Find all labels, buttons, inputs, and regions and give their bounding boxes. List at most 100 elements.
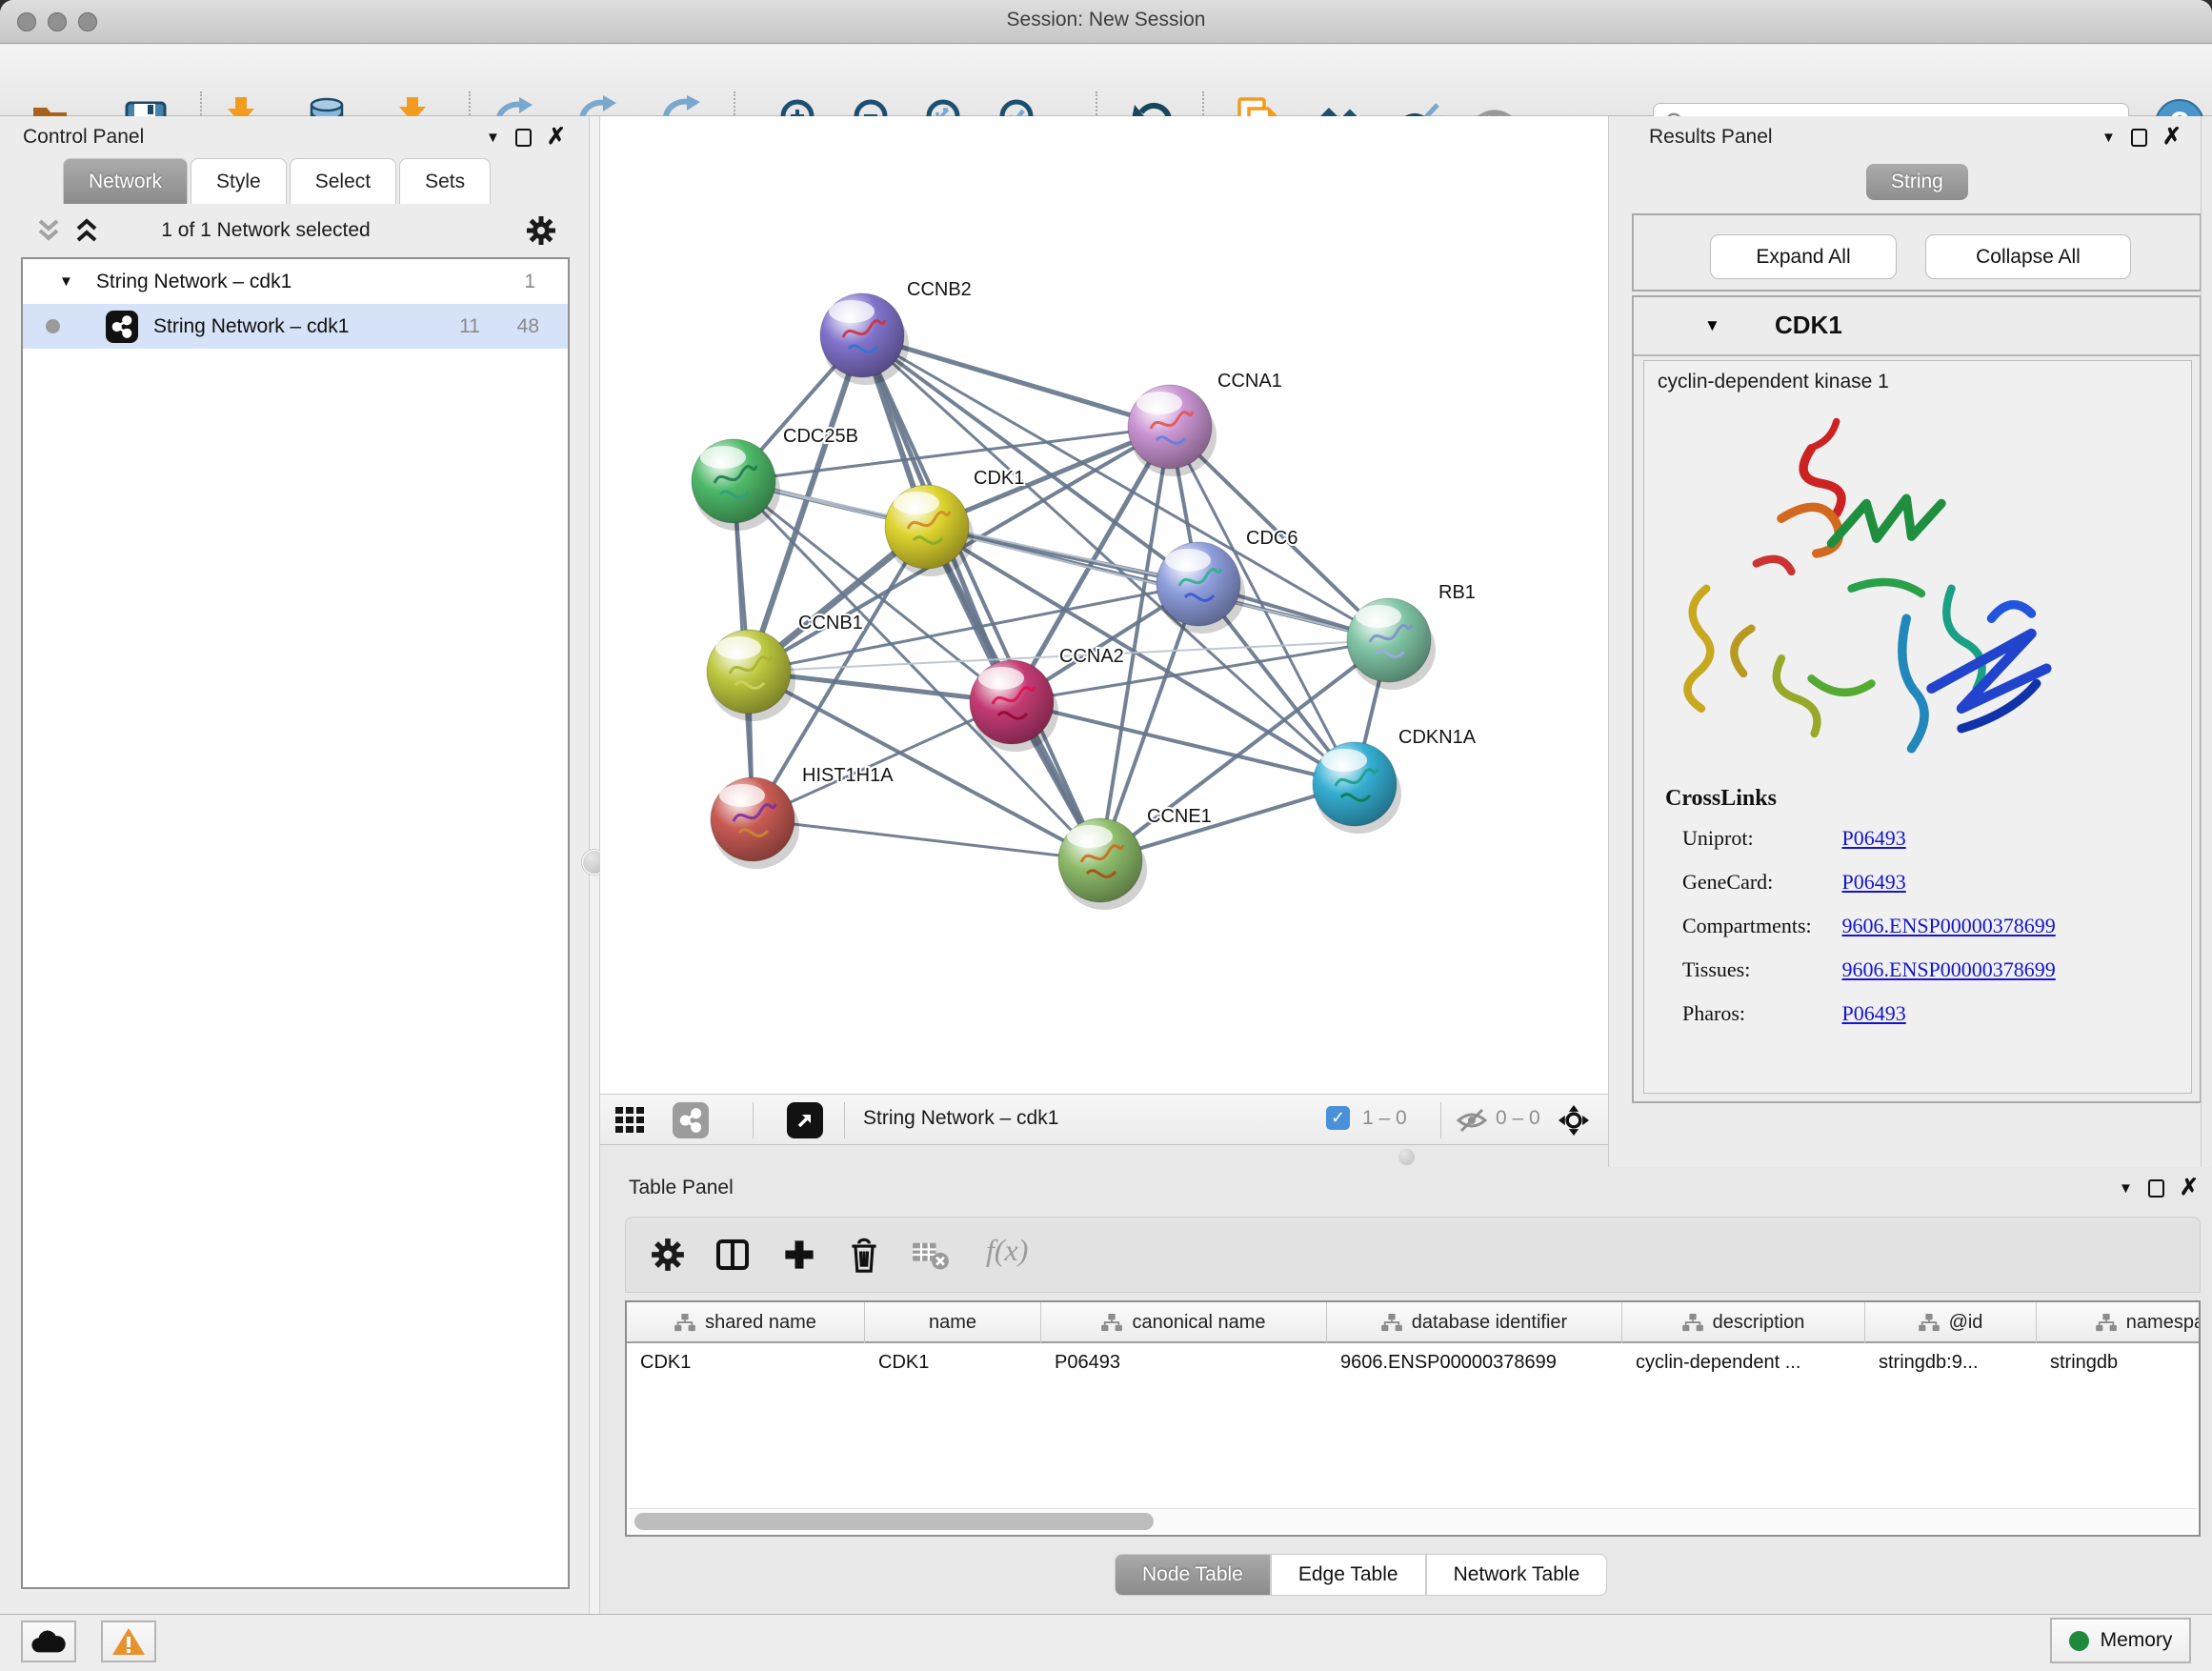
column-header--id[interactable]: @id [1865, 1302, 2037, 1343]
table-cell[interactable]: P06493 [1041, 1343, 1327, 1383]
network-collection-row[interactable]: ▼ String Network – cdk1 1 [23, 259, 568, 304]
node-label-CDK1: CDK1 [974, 468, 1024, 489]
table-options-gear-button[interactable] [649, 1237, 687, 1275]
column-label: @id [1949, 1312, 1983, 1334]
crosslink-row: Pharos: P06493 [1682, 1001, 2178, 1045]
node-CCNA1[interactable] [1128, 385, 1217, 476]
birdseye-view-button[interactable] [787, 1102, 823, 1138]
float-panel-icon[interactable]: ▼ [2119, 1181, 2133, 1196]
edge-CCNA2-CDKN1A[interactable] [1012, 702, 1355, 784]
delete-column-button[interactable] [845, 1237, 883, 1275]
table-tabs: Node Table Edge Table Network Table [1115, 1554, 1607, 1596]
network-overview-share-icon[interactable] [673, 1102, 709, 1138]
table-cell[interactable]: stringdb [2037, 1343, 2201, 1383]
expand-all-button[interactable]: Expand All [1710, 234, 1897, 279]
cloud-button[interactable] [21, 1621, 76, 1662]
node-label-CCNB1: CCNB1 [798, 613, 863, 634]
maximize-panel-icon[interactable] [2148, 1179, 2164, 1198]
table-cell[interactable]: stringdb:9... [1865, 1343, 2037, 1383]
node-label-RB1: RB1 [1438, 582, 1476, 603]
scrollbar-thumb[interactable] [634, 1513, 1154, 1530]
hierarchy-icon [1101, 1314, 1122, 1333]
node-CDC25B[interactable] [692, 439, 780, 531]
control-panel-title: Control Panel [23, 126, 144, 149]
collection-caret-icon[interactable]: ▼ [59, 273, 73, 290]
delete-table-button[interactable] [912, 1237, 950, 1275]
node-RB1[interactable] [1347, 598, 1436, 690]
create-column-button[interactable] [780, 1237, 818, 1275]
network-edge-count: 48 [517, 315, 539, 338]
warning-button[interactable] [101, 1621, 156, 1662]
column-header-namespace[interactable]: namespace [2037, 1302, 2201, 1343]
column-header-description[interactable]: description [1622, 1302, 1865, 1343]
edge-HIST1H1A-CCNE1[interactable] [753, 819, 1100, 860]
tab-node-table[interactable]: Node Table [1115, 1554, 1271, 1596]
node-CCNB2[interactable] [820, 293, 909, 385]
table-cell[interactable]: cyclin-dependent ... [1622, 1343, 1865, 1383]
network-canvas[interactable]: CCNB2CCNA1CDC25BCDK1CDC6RB1CCNB1CCNA2CDK… [600, 116, 1608, 1094]
fit-content-crosshair-icon[interactable] [1558, 1105, 1589, 1136]
collapse-all-button[interactable]: Collapse All [1925, 234, 2131, 279]
column-header-name[interactable]: name [865, 1302, 1041, 1343]
table-row[interactable]: CDK1CDK1P064939606.ENSP00000378699cyclin… [627, 1343, 2201, 1383]
float-panel-icon[interactable]: ▼ [486, 131, 500, 145]
maximize-panel-icon[interactable] [2131, 129, 2147, 147]
function-builder-button[interactable]: f(x) [986, 1233, 1028, 1268]
crosslink-genecard-link[interactable]: P06493 [1842, 870, 1906, 894]
node-CDK1[interactable] [885, 485, 974, 576]
tab-string[interactable]: String [1866, 164, 1968, 200]
node-CDC6[interactable] [1156, 542, 1245, 634]
hierarchy-icon [2096, 1314, 2117, 1333]
crosslink-pharos-link[interactable]: P06493 [1842, 1001, 1906, 1025]
horizontal-splitter-toggle[interactable] [1398, 1149, 1415, 1165]
node-label-CCNA2: CCNA2 [1059, 646, 1124, 667]
selected-checkbox[interactable]: ✓ [1326, 1106, 1350, 1130]
table-cell[interactable]: CDK1 [627, 1343, 865, 1383]
node-HIST1H1A[interactable] [711, 777, 799, 869]
crosslink-tissues-link[interactable]: 9606.ENSP00000378699 [1842, 957, 2056, 981]
edge-CCNA2-HIST1H1A[interactable] [753, 702, 1012, 819]
grid-view-icon[interactable] [615, 1107, 644, 1134]
cloud-icon [30, 1628, 67, 1655]
column-label: namespace [2126, 1312, 2201, 1334]
table-cell[interactable]: CDK1 [865, 1343, 1041, 1383]
tab-edge-table[interactable]: Edge Table [1271, 1554, 1426, 1596]
selected-counts: 1 – 0 [1362, 1107, 1407, 1130]
hierarchy-icon [1381, 1314, 1402, 1333]
network-options-gear-button[interactable] [526, 215, 556, 246]
crosslinks-title: CrossLinks [1665, 786, 1777, 812]
column-label: canonical name [1132, 1312, 1265, 1334]
show-columns-button[interactable] [714, 1237, 752, 1275]
column-header-database-identifier[interactable]: database identifier [1327, 1302, 1622, 1343]
edge-CCNB2-CCNE1[interactable] [862, 335, 1100, 860]
close-panel-icon[interactable]: ✗ [2180, 1177, 2199, 1199]
protein-caret-icon[interactable]: ▼ [1704, 316, 1720, 335]
node-CDKN1A[interactable] [1313, 742, 1401, 834]
crosslink-uniprot-link[interactable]: P06493 [1842, 826, 1906, 850]
tab-network[interactable]: Network [63, 158, 188, 204]
column-label: shared name [705, 1312, 816, 1334]
tab-select[interactable]: Select [290, 158, 396, 204]
network-node-count: 11 [459, 315, 480, 338]
column-header-canonical-name[interactable]: canonical name [1041, 1302, 1327, 1343]
node-table: shared name name canonical name database id… [625, 1300, 2201, 1537]
tab-style[interactable]: Style [191, 158, 287, 204]
float-panel-icon[interactable]: ▼ [2101, 131, 2116, 145]
hidden-eye-slash-icon[interactable] [1456, 1106, 1488, 1135]
memory-button[interactable]: Memory [2050, 1618, 2191, 1663]
crosslink-compartments-link[interactable]: 9606.ENSP00000378699 [1842, 914, 2056, 937]
network-row[interactable]: String Network – cdk1 11 48 [23, 304, 568, 349]
table-horizontal-scrollbar[interactable] [629, 1508, 2197, 1533]
maximize-panel-icon[interactable] [515, 129, 532, 147]
close-panel-icon[interactable]: ✗ [547, 126, 566, 149]
results-scrollbar[interactable] [2201, 116, 2212, 1167]
tab-network-table[interactable]: Network Table [1426, 1554, 1608, 1596]
node-CCNE1[interactable] [1058, 818, 1147, 910]
column-header-shared-name[interactable]: shared name [627, 1302, 865, 1343]
close-panel-icon[interactable]: ✗ [2162, 126, 2182, 149]
table-cell[interactable]: 9606.ENSP00000378699 [1327, 1343, 1622, 1383]
separator [1440, 1102, 1441, 1138]
protein-structure-image [1661, 403, 2061, 784]
tab-sets[interactable]: Sets [399, 158, 491, 204]
protein-header[interactable]: ▼ CDK1 [1634, 297, 2200, 356]
